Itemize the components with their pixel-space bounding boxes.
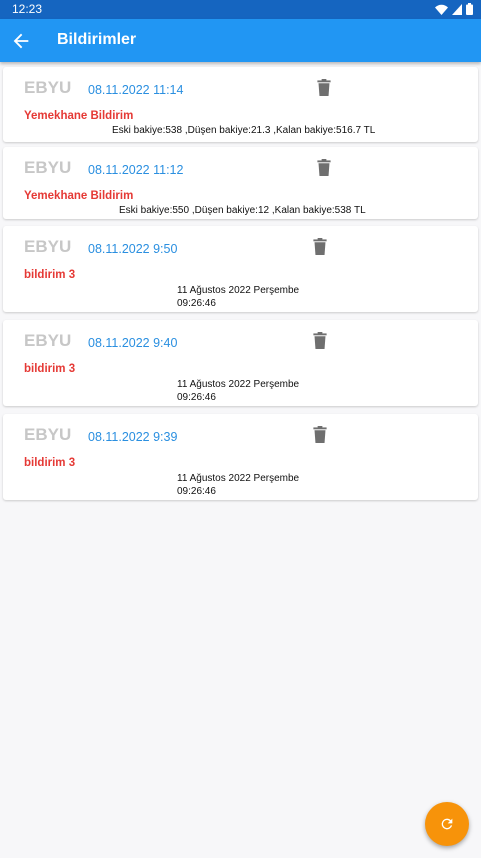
notification-source: EBYU <box>24 158 72 177</box>
notification-message: Eski bakiye:538 ,Düşen bakiye:21.3 ,Kala… <box>112 125 376 136</box>
trash-icon[interactable] <box>313 238 327 255</box>
notification-subject: Yemekhane Bildirim <box>24 190 134 202</box>
notification-date: 08.11.2022 9:50 <box>88 242 178 256</box>
notification-source: EBYU <box>24 331 72 350</box>
notification-card[interactable]: EBYU 08.11.2022 9:39 bildirim 3 11 Ağust… <box>3 414 478 500</box>
notification-card[interactable]: EBYU 08.11.2022 9:50 bildirim 3 11 Ağust… <box>3 226 478 312</box>
notification-subject: bildirim 3 <box>24 363 76 375</box>
notification-message-time: 09:26:46 <box>177 486 216 497</box>
notification-message-time: 09:26:46 <box>177 298 216 309</box>
refresh-button[interactable] <box>425 802 469 846</box>
trash-icon[interactable] <box>317 159 331 176</box>
trash-icon[interactable] <box>313 426 327 443</box>
notification-subject: bildirim 3 <box>24 269 76 281</box>
notification-subject: bildirim 3 <box>24 457 76 469</box>
notification-card[interactable]: EBYU 08.11.2022 11:12 Yemekhane Bildirim… <box>3 147 478 219</box>
notification-date: 08.11.2022 9:39 <box>88 430 178 444</box>
status-bar: 12:23 <box>0 0 481 19</box>
status-icons <box>435 3 473 15</box>
notification-message-time: 09:26:46 <box>177 392 216 403</box>
notification-date: 08.11.2022 11:14 <box>88 83 184 97</box>
wifi-icon <box>435 4 448 15</box>
notification-subject: Yemekhane Bildirim <box>24 110 134 122</box>
status-time: 12:23 <box>12 2 43 16</box>
notification-source: EBYU <box>24 78 72 97</box>
back-arrow-icon[interactable] <box>10 30 32 52</box>
notification-card[interactable]: EBYU 08.11.2022 9:40 bildirim 3 11 Ağust… <box>3 320 478 406</box>
notification-message: 11 Ağustos 2022 Perşembe <box>177 473 300 484</box>
notification-message: Eski bakiye:550 ,Düşen bakiye:12 ,Kalan … <box>119 205 366 216</box>
refresh-icon <box>441 818 453 830</box>
notification-source: EBYU <box>24 425 72 444</box>
notification-date: 08.11.2022 9:40 <box>88 336 178 350</box>
notification-source: EBYU <box>24 237 72 256</box>
notification-date: 08.11.2022 11:12 <box>88 163 184 177</box>
app-bar: Bildirimler <box>0 19 481 62</box>
trash-icon[interactable] <box>317 79 331 96</box>
page-title: Bildirimler <box>57 31 137 48</box>
trash-icon[interactable] <box>313 332 327 349</box>
battery-icon <box>466 3 473 15</box>
notification-message: 11 Ağustos 2022 Perşembe <box>177 379 300 390</box>
notification-card[interactable]: EBYU 08.11.2022 11:14 Yemekhane Bildirim… <box>3 67 478 142</box>
signal-icon <box>452 3 462 15</box>
notification-message: 11 Ağustos 2022 Perşembe <box>177 285 300 296</box>
